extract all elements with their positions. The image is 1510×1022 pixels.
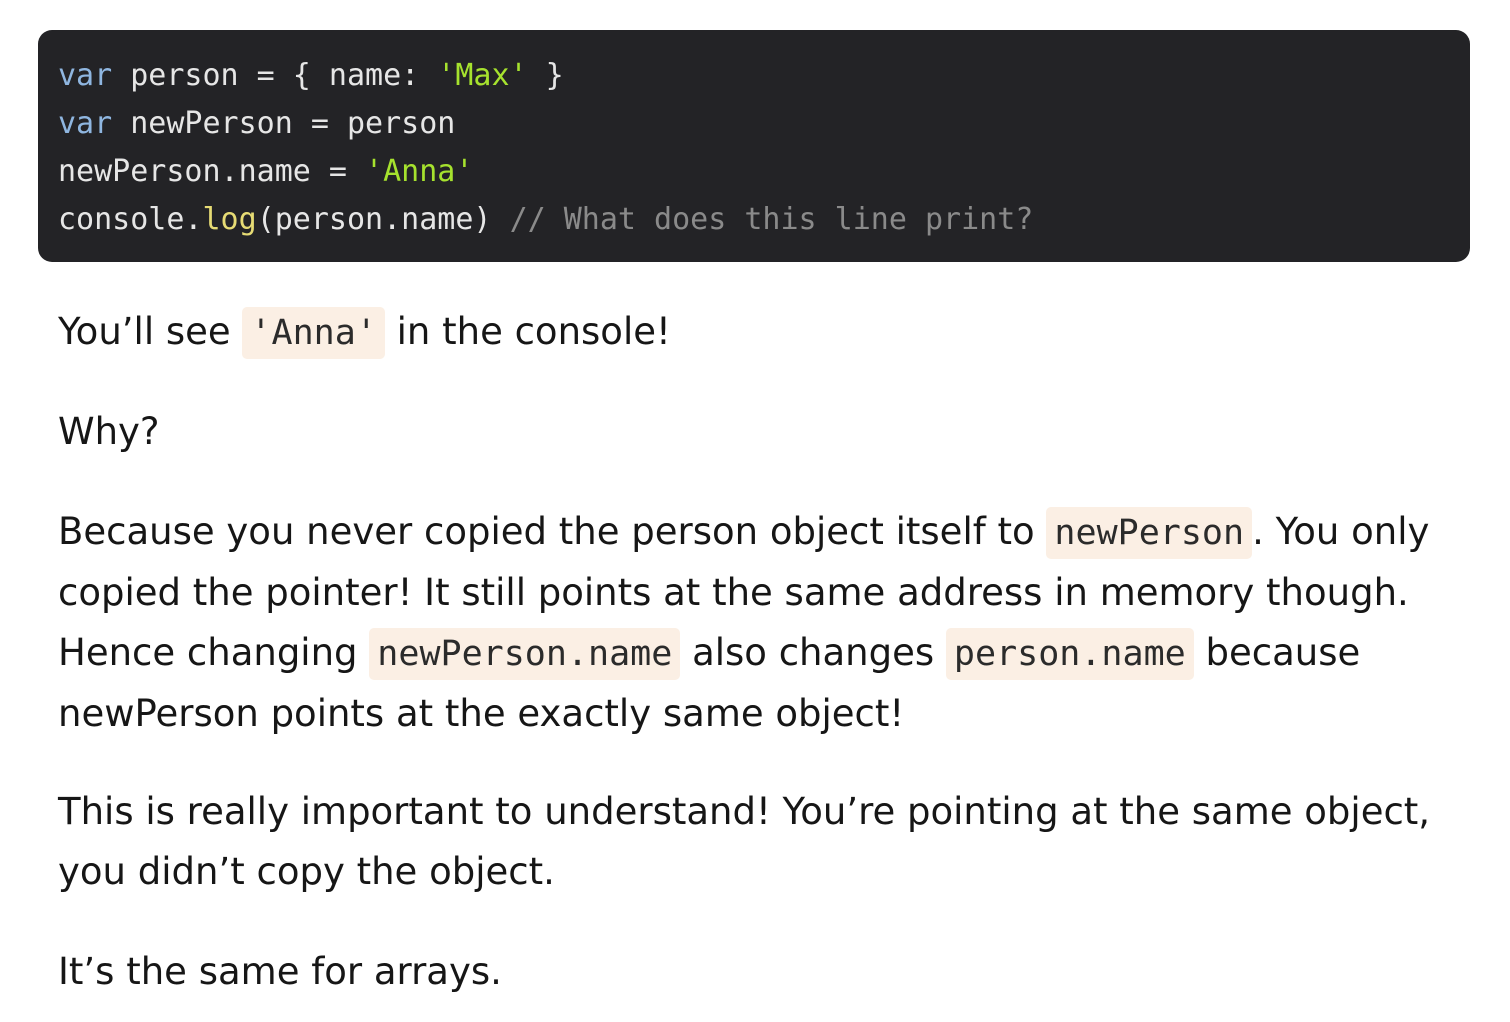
code-keyword: var [58, 106, 113, 141]
paragraph-text: Because you never copied the person obje… [58, 510, 1047, 553]
inline-code: newPerson.name [369, 628, 681, 680]
paragraph-why: Why? [58, 410, 160, 453]
paragraph-arrays: It’s the same for arrays. [58, 950, 502, 993]
code-string: 'Anna' [365, 154, 474, 189]
code-text: } [527, 58, 564, 93]
paragraph-output: You’ll see 'Anna' in the console! [58, 302, 1458, 363]
code-line-3: newPerson.name = 'Anna' [58, 148, 473, 196]
code-line-4: console.log(person.name) // What does th… [58, 196, 1033, 244]
code-line-1: var person = { name: 'Max' } [58, 52, 564, 100]
code-comment: // What does this line print? [509, 202, 1034, 237]
code-keyword: var [58, 58, 113, 93]
code-text: console. [58, 202, 203, 237]
paragraph-text: in the console! [384, 310, 671, 353]
code-text: newPerson.name = [58, 154, 366, 189]
paragraph-explanation: Because you never copied the person obje… [58, 502, 1458, 744]
inline-code: newPerson [1046, 507, 1253, 559]
paragraph-text: You’ll see [58, 310, 243, 353]
code-text: newPerson = person [112, 106, 456, 141]
paragraph-important: This is really important to understand! … [58, 790, 1431, 893]
inline-code: 'Anna' [242, 307, 385, 359]
code-string: 'Max' [437, 58, 528, 93]
code-line-2: var newPerson = person [58, 100, 455, 148]
paragraph-text: also changes [680, 631, 946, 674]
code-block: var person = { name: 'Max' } var newPers… [38, 30, 1470, 262]
code-text: (person.name) [256, 202, 510, 237]
code-function: log [202, 202, 257, 237]
code-text: person = { name: [112, 58, 438, 93]
inline-code: person.name [945, 628, 1194, 680]
